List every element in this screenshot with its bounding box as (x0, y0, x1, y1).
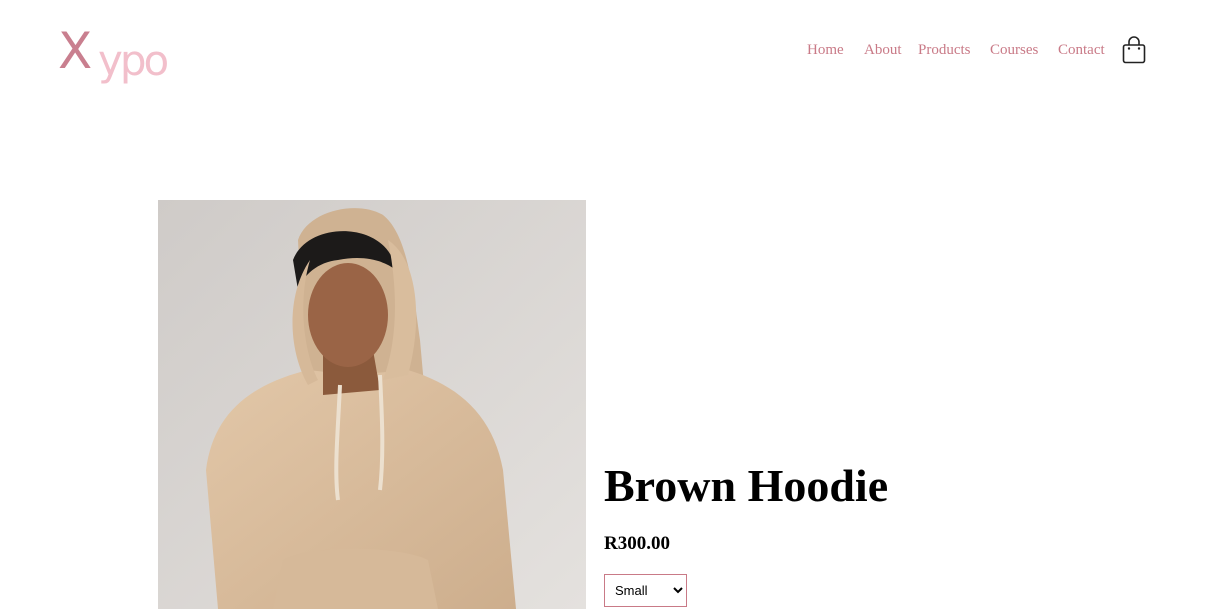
nav-contact[interactable]: Contact (1058, 42, 1105, 59)
nav-courses[interactable]: Courses (990, 42, 1038, 59)
logo-letter-x: X (58, 22, 92, 80)
nav-products[interactable]: Products (918, 42, 971, 59)
nav-about[interactable]: About (864, 42, 902, 59)
size-select[interactable]: Small (604, 574, 687, 607)
product-title: Brown Hoodie (604, 460, 889, 511)
nav-home[interactable]: Home (807, 42, 844, 59)
logo-letters-ypo: ypo (98, 36, 169, 85)
product-image (158, 200, 586, 609)
product-price: R300.00 (604, 533, 670, 554)
shopping-bag-icon[interactable] (1121, 35, 1147, 65)
brand-logo[interactable]: X ypo (58, 24, 178, 88)
